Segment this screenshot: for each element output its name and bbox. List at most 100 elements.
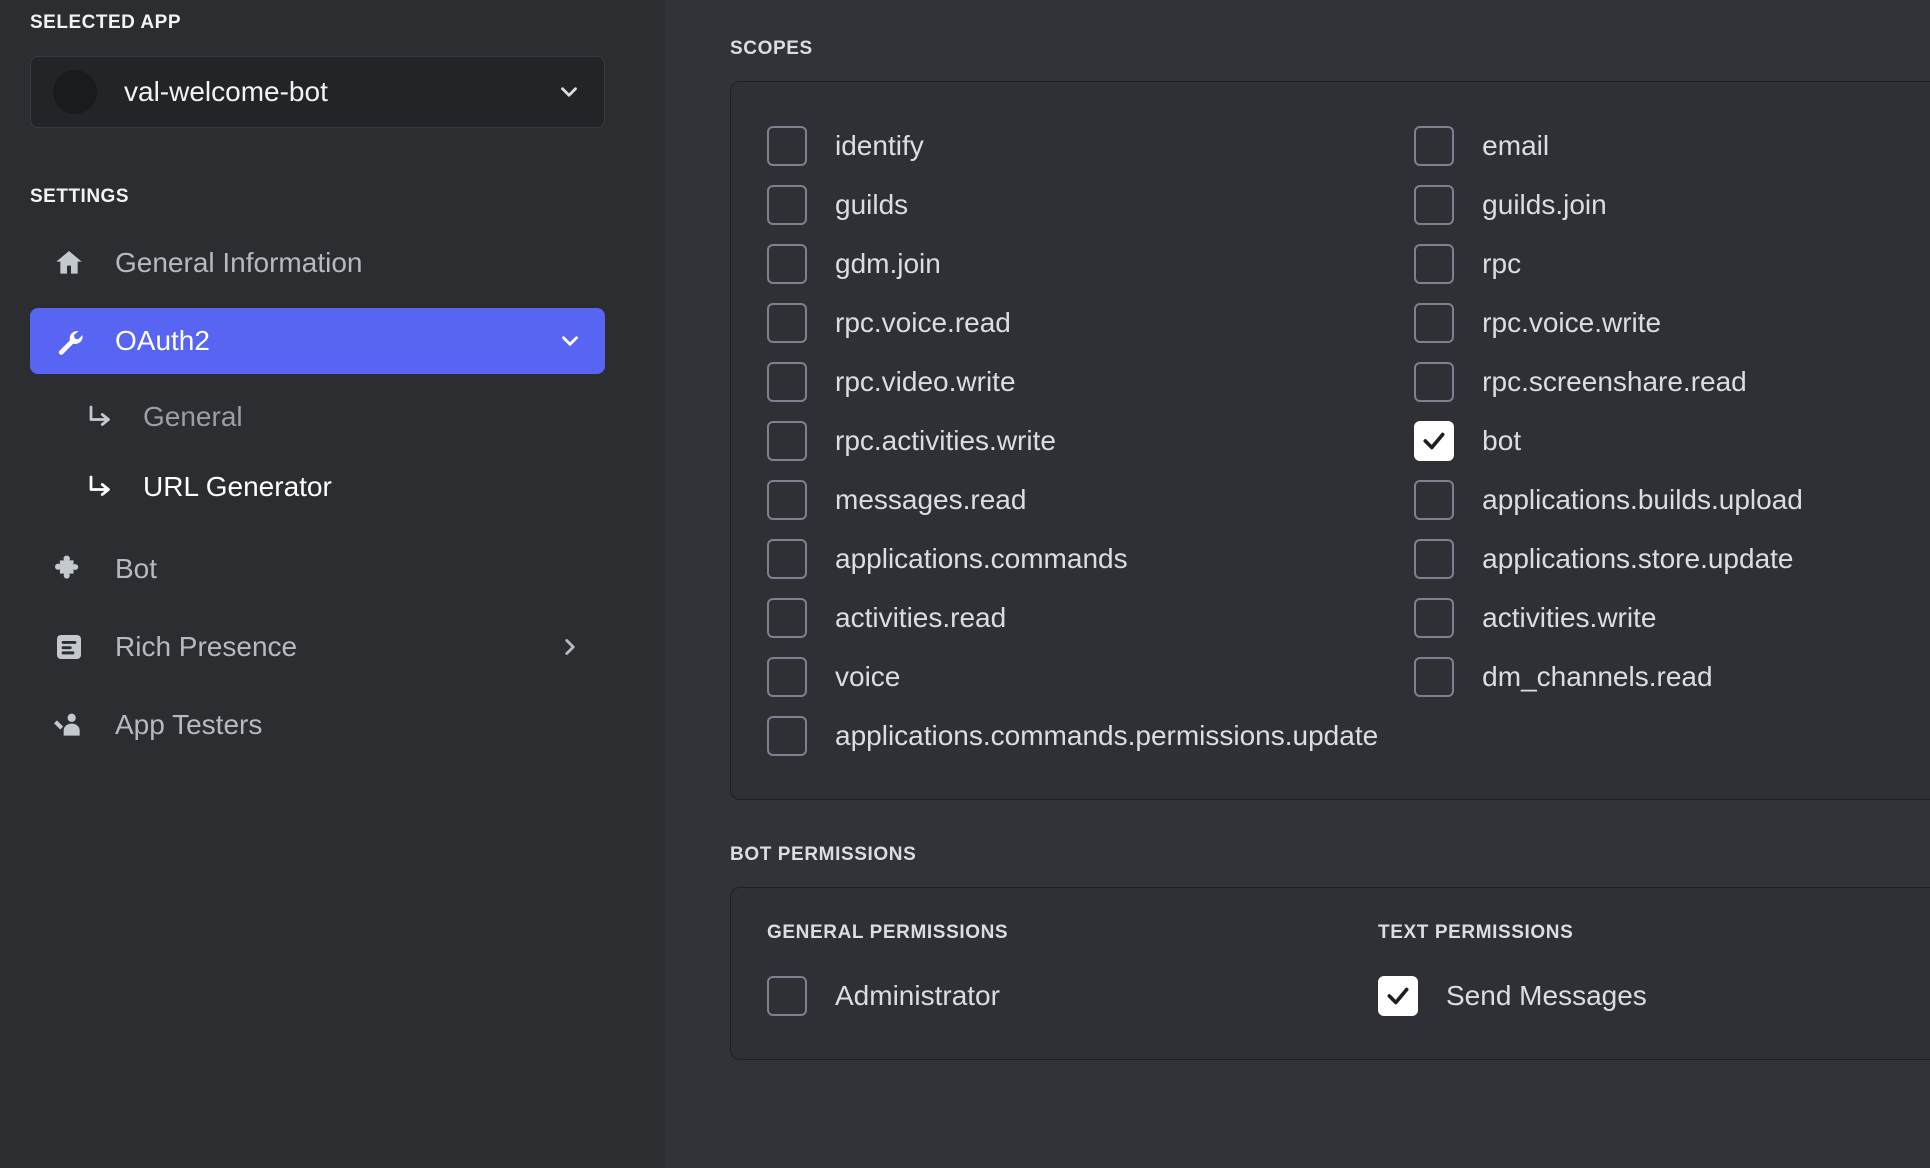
selected-app-heading: SELECTED APP [30, 0, 605, 34]
scope-checkbox-row[interactable]: messages.read [767, 470, 1378, 529]
wrench-icon [52, 324, 86, 358]
scope-checkbox-row[interactable]: rpc.screenshare.read [1414, 352, 1930, 411]
checkbox-unchecked-icon[interactable] [767, 539, 807, 579]
scope-label: email [1482, 130, 1549, 162]
sidebar-subitem-label: URL Generator [143, 471, 332, 503]
scope-checkbox-row[interactable]: gdm.join [767, 234, 1378, 293]
scope-checkbox-row[interactable]: rpc.voice.read [767, 293, 1378, 352]
checkbox-unchecked-icon[interactable] [767, 657, 807, 697]
scope-checkbox-row[interactable]: applications.commands [767, 529, 1378, 588]
checkbox-unchecked-icon[interactable] [1414, 539, 1454, 579]
scope-checkbox-row[interactable]: rpc.video.write [767, 352, 1378, 411]
scope-label: guilds [835, 189, 908, 221]
scope-checkbox-row[interactable]: rpc.activities.write [767, 411, 1378, 470]
scope-label: rpc.voice.read [835, 307, 1011, 339]
scope-checkbox-row-bot[interactable]: bot [1414, 411, 1930, 470]
checkbox-unchecked-icon[interactable] [1414, 126, 1454, 166]
scope-label: applications.store.update [1482, 543, 1793, 575]
scopes-panel: identify guilds gdm.join rpc.voice. [730, 81, 1930, 800]
scope-checkbox-row[interactable]: activities.read [767, 588, 1378, 647]
sidebar-subitem-url-generator[interactable]: URL Generator [30, 456, 605, 518]
chevron-right-icon [557, 634, 583, 660]
checkbox-checked-icon[interactable] [1414, 421, 1454, 461]
scopes-left-column: identify guilds gdm.join rpc.voice. [731, 116, 1378, 765]
sidebar-item-label: General Information [115, 247, 583, 279]
sidebar-subitem-label: General [143, 401, 243, 433]
permission-checkbox-row-send-messages[interactable]: Send Messages [1378, 966, 1930, 1025]
scope-label: gdm.join [835, 248, 941, 280]
checkbox-unchecked-icon[interactable] [767, 362, 807, 402]
checkbox-unchecked-icon[interactable] [1414, 598, 1454, 638]
sidebar-item-label: Rich Presence [115, 631, 557, 663]
selected-app-name: val-welcome-bot [124, 76, 556, 108]
chevron-down-icon [556, 79, 582, 105]
arrow-branch-icon [86, 402, 116, 432]
checkbox-checked-icon[interactable] [1378, 976, 1418, 1016]
checkbox-unchecked-icon[interactable] [767, 421, 807, 461]
scope-checkbox-row[interactable]: voice [767, 647, 1378, 706]
scope-label: activities.read [835, 602, 1006, 634]
bot-permissions-section: BOT PERMISSIONS GENERAL PERMISSIONS Admi… [730, 844, 1930, 1060]
checkbox-unchecked-icon[interactable] [767, 244, 807, 284]
scopes-section: SCOPES identify guilds [730, 38, 1930, 800]
sidebar-item-general-information[interactable]: General Information [30, 230, 605, 296]
checkbox-unchecked-icon[interactable] [767, 480, 807, 520]
scope-label: rpc.video.write [835, 366, 1016, 398]
scope-label: bot [1482, 425, 1521, 457]
checkbox-unchecked-icon[interactable] [1414, 244, 1454, 284]
checkbox-unchecked-icon[interactable] [1414, 185, 1454, 225]
scope-label: rpc [1482, 248, 1521, 280]
checkbox-unchecked-icon[interactable] [767, 185, 807, 225]
scope-checkbox-row[interactable]: guilds.join [1414, 175, 1930, 234]
scope-checkbox-row[interactable]: dm_channels.read [1414, 647, 1930, 706]
sidebar-item-oauth2[interactable]: OAuth2 [30, 308, 605, 374]
sidebar-item-label: Bot [115, 553, 583, 585]
arrow-branch-icon [86, 472, 116, 502]
scope-checkbox-row[interactable]: applications.builds.upload [1414, 470, 1930, 529]
checkbox-unchecked-icon[interactable] [1414, 657, 1454, 697]
text-permissions-heading: TEXT PERMISSIONS [1378, 922, 1930, 944]
permission-checkbox-row[interactable]: Administrator [767, 966, 1342, 1025]
puzzle-icon [52, 552, 86, 586]
sidebar: SELECTED APP val-welcome-bot SETTINGS Ge… [0, 0, 665, 1168]
checkbox-unchecked-icon[interactable] [767, 716, 807, 756]
checkbox-unchecked-icon[interactable] [1414, 303, 1454, 343]
scope-label: voice [835, 661, 900, 693]
home-icon [52, 246, 86, 280]
scope-label: messages.read [835, 484, 1026, 516]
checkbox-unchecked-icon[interactable] [1414, 480, 1454, 520]
scope-checkbox-row[interactable]: applications.commands.permissions.update [767, 706, 1378, 765]
scope-checkbox-row[interactable]: email [1414, 116, 1930, 175]
settings-heading: SETTINGS [30, 186, 605, 208]
checkbox-unchecked-icon[interactable] [767, 126, 807, 166]
app-selector-dropdown[interactable]: val-welcome-bot [30, 56, 605, 128]
sidebar-item-bot[interactable]: Bot [30, 536, 605, 602]
scope-label: applications.commands.permissions.update [835, 720, 1378, 752]
scope-label: rpc.voice.write [1482, 307, 1661, 339]
avatar [53, 70, 97, 114]
person-wave-icon [52, 708, 86, 742]
general-permissions-heading: GENERAL PERMISSIONS [767, 922, 1342, 944]
scope-checkbox-row[interactable]: rpc.voice.write [1414, 293, 1930, 352]
scope-label: applications.builds.upload [1482, 484, 1803, 516]
document-icon [52, 630, 86, 664]
bot-permissions-heading: BOT PERMISSIONS [730, 844, 1930, 866]
scope-checkbox-row[interactable]: rpc [1414, 234, 1930, 293]
scope-label: identify [835, 130, 924, 162]
checkbox-unchecked-icon[interactable] [1414, 362, 1454, 402]
scope-checkbox-row[interactable]: guilds [767, 175, 1378, 234]
scope-checkbox-row[interactable]: identify [767, 116, 1378, 175]
checkbox-unchecked-icon[interactable] [767, 598, 807, 638]
sidebar-item-rich-presence[interactable]: Rich Presence [30, 614, 605, 680]
scope-label: rpc.screenshare.read [1482, 366, 1747, 398]
scope-checkbox-row[interactable]: applications.store.update [1414, 529, 1930, 588]
scope-label: guilds.join [1482, 189, 1607, 221]
checkbox-unchecked-icon[interactable] [767, 976, 807, 1016]
sidebar-item-label: App Testers [115, 709, 583, 741]
sidebar-item-app-testers[interactable]: App Testers [30, 692, 605, 758]
scope-label: dm_channels.read [1482, 661, 1712, 693]
sidebar-subitem-general[interactable]: General [30, 386, 605, 448]
checkbox-unchecked-icon[interactable] [767, 303, 807, 343]
scope-checkbox-row[interactable]: activities.write [1414, 588, 1930, 647]
permission-label: Administrator [835, 980, 1000, 1012]
